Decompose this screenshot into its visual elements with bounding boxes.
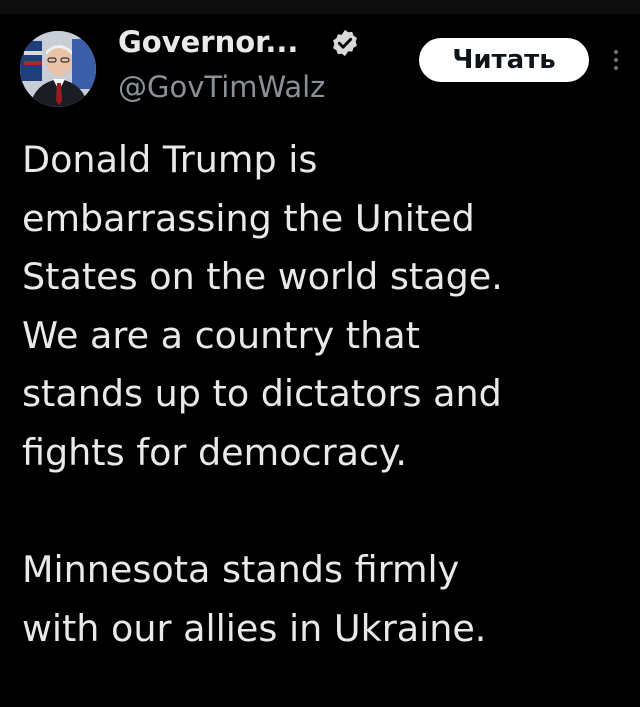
tweet-paragraph: Donald Trump is embarrassing the United … [22,138,503,474]
avatar[interactable] [20,31,96,107]
more-vertical-icon[interactable] [606,38,626,82]
user-handle[interactable]: @GovTimWalz [118,69,325,105]
top-edge [0,0,640,14]
tweet-paragraph: Minnesota stands firmly with our allies … [22,548,487,650]
tweet-header: Governor... @GovTimWalz Читать [0,14,640,114]
follow-button[interactable]: Читать [419,38,589,82]
display-name[interactable]: Governor... [118,24,298,60]
avatar-photo [20,31,96,107]
tweet-text: Donald Trump is embarrassing the United … [22,131,622,658]
verified-badge-icon [333,29,357,57]
